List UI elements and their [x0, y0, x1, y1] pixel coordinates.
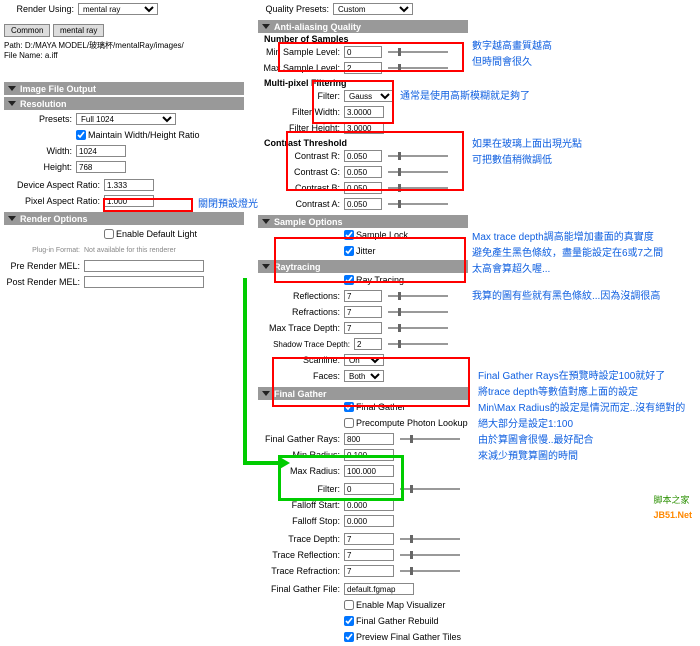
contrast-a-input[interactable]: [344, 198, 382, 210]
file-name: File Name: a.iff: [4, 51, 244, 60]
fg-filter-slider[interactable]: [400, 488, 460, 490]
annot-ray-4: 我算的圖有些就有黑色條紋...因為沒調很高: [472, 290, 660, 304]
annot-filter: 通常是使用高斯模糊就足夠了: [400, 90, 530, 104]
annot-fg-1: Final Gather Rays在預覽時設定100就好了: [478, 370, 665, 384]
fg-trefl-input[interactable]: [344, 549, 394, 561]
quality-presets-select[interactable]: Custom: [333, 3, 413, 15]
annot-fg-6: 來減少預覽算圖的時間: [478, 450, 578, 464]
width-input[interactable]: [76, 145, 126, 157]
maintain-ratio-checkbox[interactable]: [76, 130, 86, 140]
reflections-slider[interactable]: [388, 295, 448, 297]
collapse-icon: [262, 24, 270, 29]
highlight-samples: [278, 42, 464, 72]
collapse-icon: [262, 219, 270, 224]
highlight-contrast: [286, 131, 464, 191]
enable-default-light-checkbox[interactable]: [104, 229, 114, 239]
arrow-icon: [230, 278, 300, 478]
precompute-photon-checkbox[interactable]: [344, 418, 354, 428]
fg-tdepth-slider[interactable]: [400, 538, 460, 540]
annot-contrast-1: 如果在玻璃上面出現光點: [472, 138, 582, 152]
collapse-icon: [262, 264, 270, 269]
collapse-icon: [8, 101, 16, 106]
highlight-default-light: [103, 198, 193, 212]
render-using-select[interactable]: mental ray: [78, 3, 158, 15]
collapse-icon: [8, 86, 16, 91]
section-sample-options[interactable]: Sample Options: [258, 215, 468, 228]
shadow-slider[interactable]: [388, 343, 448, 345]
annot-ray-1: Max trace depth調高能增加畫面的真實度: [472, 231, 654, 245]
fg-tdepth-input[interactable]: [344, 533, 394, 545]
height-input[interactable]: [76, 161, 126, 173]
render-using-label: Render Using:: [4, 4, 78, 14]
fg-trefl-slider[interactable]: [400, 554, 460, 556]
annot-ray-2: 避免產生黑色條紋，盡量能設定在6或7之間: [472, 247, 663, 261]
shadow-trace-input[interactable]: [354, 338, 382, 350]
tab-common[interactable]: Common: [4, 24, 50, 37]
annot-fg-5: 由於算圖會很慢..最好配合: [478, 434, 594, 448]
section-render-options[interactable]: Render Options: [4, 212, 244, 225]
annot-samples-2: 但時間會很久: [472, 56, 532, 70]
tab-mentalray[interactable]: mental ray: [53, 24, 104, 37]
pre-render-mel-input[interactable]: [84, 260, 204, 272]
fg-rays-slider[interactable]: [400, 438, 460, 440]
reflections-input[interactable]: [344, 290, 382, 302]
annot-samples-1: 數字越高畫質越高: [472, 40, 552, 54]
annot-default-light: 關閉預設燈光: [198, 198, 258, 212]
annot-fg-3: Min\Max Radius的設定是情況而定..沒有絕對的: [478, 402, 685, 416]
fg-trefr-input[interactable]: [344, 565, 394, 577]
watermark-logo: 脚本之家 JB51.Net: [653, 491, 692, 521]
fg-file-input[interactable]: [344, 583, 414, 595]
refractions-slider[interactable]: [388, 311, 448, 313]
enable-map-viz-checkbox[interactable]: [344, 600, 354, 610]
annot-fg-4: 絕大部分是設定1:100: [478, 418, 573, 432]
highlight-raytrace: [274, 237, 466, 283]
post-render-mel-input[interactable]: [84, 276, 204, 288]
render-path: Path: D:/MAYA MODEL/玻璃杯/mentalRay/images…: [4, 40, 244, 51]
fg-rays-input[interactable]: [344, 433, 394, 445]
highlight-filtering: [312, 80, 394, 124]
fg-fstop-input[interactable]: [344, 515, 394, 527]
max-trace-depth-input[interactable]: [344, 322, 382, 334]
fg-trefr-slider[interactable]: [400, 570, 460, 572]
section-resolution[interactable]: Resolution: [4, 97, 244, 110]
annot-ray-3: 太高會算超久喔...: [472, 263, 550, 277]
section-image-file-output[interactable]: Image File Output: [4, 82, 244, 95]
contrast-a-slider[interactable]: [388, 203, 448, 205]
section-antialiasing[interactable]: Anti-aliasing Quality: [258, 20, 468, 33]
dar-input[interactable]: [104, 179, 154, 191]
fg-rebuild-checkbox[interactable]: [344, 616, 354, 626]
presets-select[interactable]: Full 1024: [76, 113, 176, 125]
max-trace-slider[interactable]: [388, 327, 448, 329]
highlight-fg-main: [272, 357, 470, 407]
annot-contrast-2: 可把數值稍微調低: [472, 154, 552, 168]
refractions-input[interactable]: [344, 306, 382, 318]
annot-fg-2: 將trace depth等數值對應上面的設定: [478, 386, 638, 400]
collapse-icon: [8, 216, 16, 221]
fg-preview-tiles-checkbox[interactable]: [344, 632, 354, 642]
